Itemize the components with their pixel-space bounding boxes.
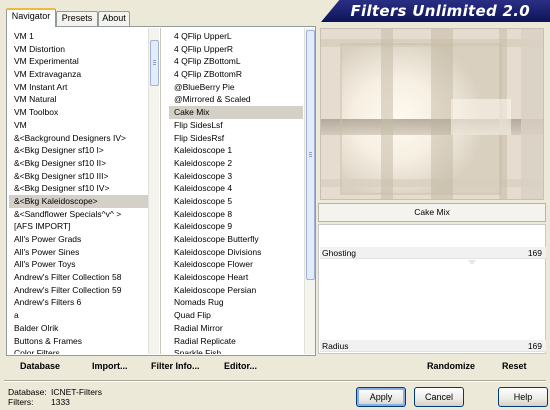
filter-list-item[interactable]: Flip SidesRsf (169, 132, 303, 145)
filters-label: Filters: (8, 397, 34, 407)
category-list-item[interactable]: &<Bkg Designer sf10 III> (9, 170, 149, 183)
filter-list-item[interactable]: Radial Mirror (169, 322, 303, 335)
filter-list-item[interactable]: Quad Flip (169, 309, 303, 322)
filter-list-item[interactable]: Kaleidoscope 2 (169, 157, 303, 170)
filters-value: 1333 (51, 397, 70, 407)
category-list-item[interactable]: All's Power Toys (9, 258, 149, 271)
cancel-button[interactable]: Cancel (414, 387, 464, 407)
category-list-item[interactable]: All's Power Grads (9, 233, 149, 246)
current-filter-name: Cake Mix (318, 203, 546, 222)
category-list-item[interactable]: Andrew's Filter Collection 58 (9, 271, 149, 284)
category-list-item[interactable]: Andrew's Filter Collection 59 (9, 284, 149, 297)
help-button[interactable]: Help (498, 387, 548, 407)
category-list-item[interactable]: VM Extravaganza (9, 68, 149, 81)
filter-list-item[interactable]: Nomads Rug (169, 296, 303, 309)
filter-list-item[interactable]: Kaleidoscope Persian (169, 284, 303, 297)
radius-label: Radius (322, 341, 349, 351)
apply-button[interactable]: Apply (356, 387, 406, 407)
category-list-item[interactable]: &<Background Designers IV> (9, 132, 149, 145)
category-list-item[interactable]: [AFS IMPORT] (9, 220, 149, 233)
filter-list-item[interactable]: Kaleidoscope Heart (169, 271, 303, 284)
filter-list-item[interactable]: Kaleidoscope 9 (169, 220, 303, 233)
tab-presets[interactable]: Presets (56, 11, 98, 26)
ghosting-label: Ghosting (322, 248, 357, 258)
category-list-item[interactable]: Color Filters (9, 347, 149, 354)
category-list-item[interactable]: VM Distortion (9, 43, 149, 56)
filter-list-item[interactable]: Flip SidesLsf (169, 119, 303, 132)
radius-param: Radius 169 (320, 340, 546, 352)
filter-list-item[interactable]: Cake Mix (169, 106, 303, 119)
ghosting-value: 169 (527, 248, 542, 258)
filter-list-item[interactable]: Kaleidoscope 3 (169, 170, 303, 183)
filter-list-item[interactable]: Kaleidoscope 8 (169, 208, 303, 221)
filter-list-item[interactable]: 4 QFlip ZBottomL (169, 55, 303, 68)
filter-list[interactable]: 4 QFlip UpperL 4 QFlip UpperR 4 QFlip ZBot… (169, 30, 303, 354)
filter-list-item[interactable]: Kaleidoscope 4 (169, 182, 303, 195)
category-list-item[interactable]: &<Bkg Designer sf10 I> (9, 144, 149, 157)
radius-value: 169 (527, 341, 542, 351)
randomize-button[interactable]: Randomize (427, 360, 475, 373)
filter-list-item[interactable]: Radial Replicate (169, 335, 303, 348)
category-list-item[interactable]: VM Natural (9, 93, 149, 106)
filter-list-item[interactable]: @BlueBerry Pie (169, 81, 303, 94)
parameter-panel: Ghosting 169 Radius 169 (318, 224, 546, 354)
filter-list-item[interactable]: 4 QFlip UpperR (169, 43, 303, 56)
tab-about[interactable]: About (98, 11, 130, 26)
app-title: Filters Unlimited 2.0 (350, 2, 530, 20)
category-list-item[interactable]: VM Toolbox (9, 106, 149, 119)
database-label: Database: (8, 387, 47, 397)
filter-list-item[interactable]: Kaleidoscope Flower (169, 258, 303, 271)
category-list-item[interactable]: Balder Olrik (9, 322, 149, 335)
category-scrollbar[interactable] (148, 28, 159, 354)
ghosting-slider[interactable] (320, 260, 546, 350)
filter-scrollbar[interactable] (304, 28, 315, 354)
category-list-item[interactable]: VM Experimental (9, 55, 149, 68)
ghosting-slider-thumb[interactable] (468, 260, 476, 265)
filter-list-item[interactable]: Kaleidoscope Divisions (169, 246, 303, 259)
category-list-item[interactable]: &<Sandflower Specials^v^ > (9, 208, 149, 221)
database-button[interactable]: Database (20, 360, 60, 373)
filters-info: Filters: 1333 (8, 397, 70, 408)
tab-navigator[interactable]: Navigator (6, 8, 56, 27)
reset-button[interactable]: Reset (502, 360, 527, 373)
category-list-item[interactable]: Andrew's Filters 6 (9, 296, 149, 309)
filter-info-button[interactable]: Filter Info... (151, 360, 200, 373)
filter-list-item[interactable]: 4 QFlip UpperL (169, 30, 303, 43)
import-button[interactable]: Import... (92, 360, 128, 373)
category-list-item[interactable]: VM 1 (9, 30, 149, 43)
category-list-item[interactable]: &<Bkg Designer sf10 II> (9, 157, 149, 170)
filter-list-item[interactable]: Kaleidoscope 1 (169, 144, 303, 157)
editor-button[interactable]: Editor... (224, 360, 257, 373)
footer-separator (4, 380, 546, 382)
filter-list-item[interactable]: 4 QFlip ZBottomR (169, 68, 303, 81)
ghosting-param: Ghosting 169 (320, 247, 546, 259)
category-scroll-thumb[interactable] (150, 40, 159, 86)
filter-list-item[interactable]: Sparkle Fish (169, 347, 303, 354)
filter-scroll-thumb[interactable] (306, 30, 315, 280)
filter-preview-image (320, 28, 544, 200)
category-list-item[interactable]: &<Bkg Kaleidoscope> (9, 194, 149, 208)
filter-list-item[interactable]: Kaleidoscope 5 (169, 195, 303, 208)
filter-list-item[interactable]: Kaleidoscope Butterfly (169, 233, 303, 246)
category-list-item[interactable]: a (9, 309, 149, 322)
filter-list-item[interactable]: @Mirrored & Scaled (169, 93, 303, 106)
category-list-item[interactable]: VM (9, 119, 149, 132)
navigator-panel: VM 1 VM Distortion VM Experimental VM Extra… (6, 26, 316, 356)
category-list-item[interactable]: VM Instant Art (9, 81, 149, 94)
header-banner: Filters Unlimited 2.0 (321, 0, 550, 22)
category-list-item[interactable]: Buttons & Frames (9, 335, 149, 348)
category-list-item[interactable]: &<Bkg Designer sf10 IV> (9, 182, 149, 195)
category-list[interactable]: VM 1 VM Distortion VM Experimental VM Extra… (9, 30, 149, 354)
category-list-item[interactable]: All's Power Sines (9, 246, 149, 259)
